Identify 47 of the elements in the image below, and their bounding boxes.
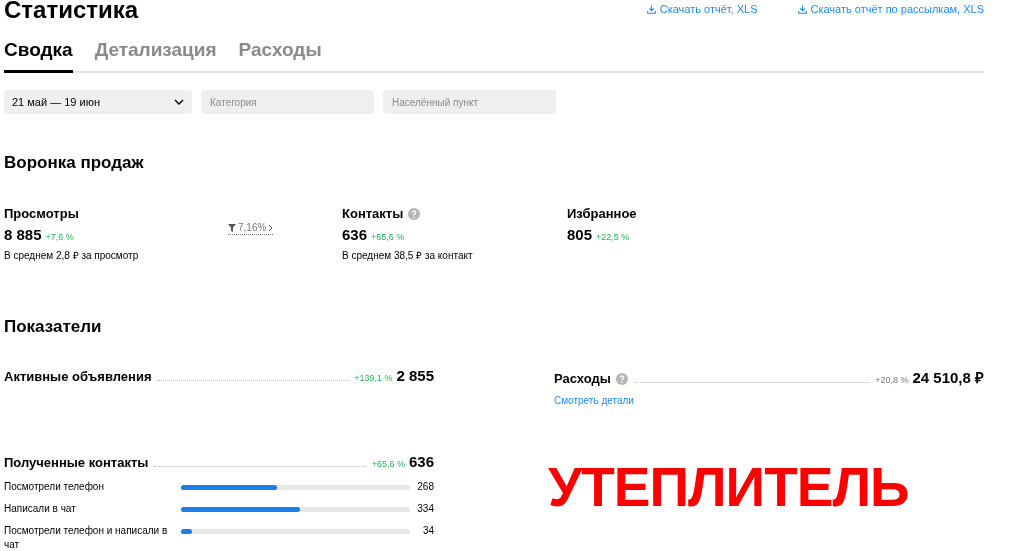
download-link[interactable]: Скачать отчёт по рассылкам, XLS <box>797 3 984 15</box>
chevron-icon <box>268 223 274 232</box>
metric-label: Просмотры <box>4 206 79 221</box>
section-title: Воронка продаж <box>4 153 145 173</box>
indicator-value: 24 510,8 ₽ <box>912 368 984 387</box>
help-icon[interactable] <box>408 207 421 220</box>
indicator-value: 2 855 <box>396 367 434 384</box>
metric-note: В среднем 38,5 ₽ за контакт <box>342 249 474 262</box>
download-icon <box>797 4 807 14</box>
tab[interactable]: Расходы <box>238 39 322 73</box>
indicator-label: Полученные контакты <box>4 455 149 470</box>
indicator-value: 636 <box>408 453 434 470</box>
details-link[interactable]: Смотреть детали <box>554 395 984 406</box>
bar-label: Написали в чат <box>4 502 77 516</box>
download-icon <box>646 4 656 14</box>
section-title: Показатели <box>4 317 103 337</box>
category-field[interactable]: Категория <box>201 90 374 114</box>
metric-note: В среднем 2,8 ₽ за просмотр <box>4 249 140 262</box>
metric-change: +7,6 % <box>45 232 74 242</box>
bar-value: 34 <box>421 524 434 538</box>
metric-change: +22,5 % <box>596 232 630 242</box>
download-link[interactable]: Скачать отчёт, XLS <box>646 3 758 15</box>
metric-label: Избранное <box>567 206 637 221</box>
chevron-icon <box>174 99 184 105</box>
filter-icon <box>228 223 236 232</box>
indicator-change: +20,8 % <box>875 375 909 385</box>
metric-value: 636 <box>342 226 368 243</box>
bar-value: 334 <box>416 502 434 516</box>
conversion-link[interactable]: 7,16% <box>228 222 274 235</box>
period-select[interactable]: 21 май — 19 июн <box>4 90 192 114</box>
metric-label: Контакты <box>342 206 404 221</box>
metric-change: +65,6 % <box>371 232 405 242</box>
bar-value: 268 <box>416 480 434 494</box>
indicator-label: Расходы <box>554 371 611 386</box>
indicator-change: +139,1 % <box>354 373 393 383</box>
bar-label: Посмотрели телефон и написали в чат <box>4 524 169 551</box>
indicator-change: +65,6 % <box>371 459 405 469</box>
bar-label: Посмотрели телефон <box>4 480 105 494</box>
page-title: Статистика <box>4 0 139 22</box>
indicator-label: Активные объявления <box>4 369 152 384</box>
tab[interactable]: Сводка <box>4 39 73 73</box>
help-icon[interactable] <box>615 372 628 385</box>
metric-value: 8 885 <box>4 226 42 243</box>
tab[interactable]: Детализация <box>94 39 217 73</box>
overlay-caption: УТЕПЛИТЕЛЬ <box>548 455 909 519</box>
city-field[interactable]: Населённый пункт <box>383 90 556 114</box>
metric-value: 805 <box>567 226 593 243</box>
